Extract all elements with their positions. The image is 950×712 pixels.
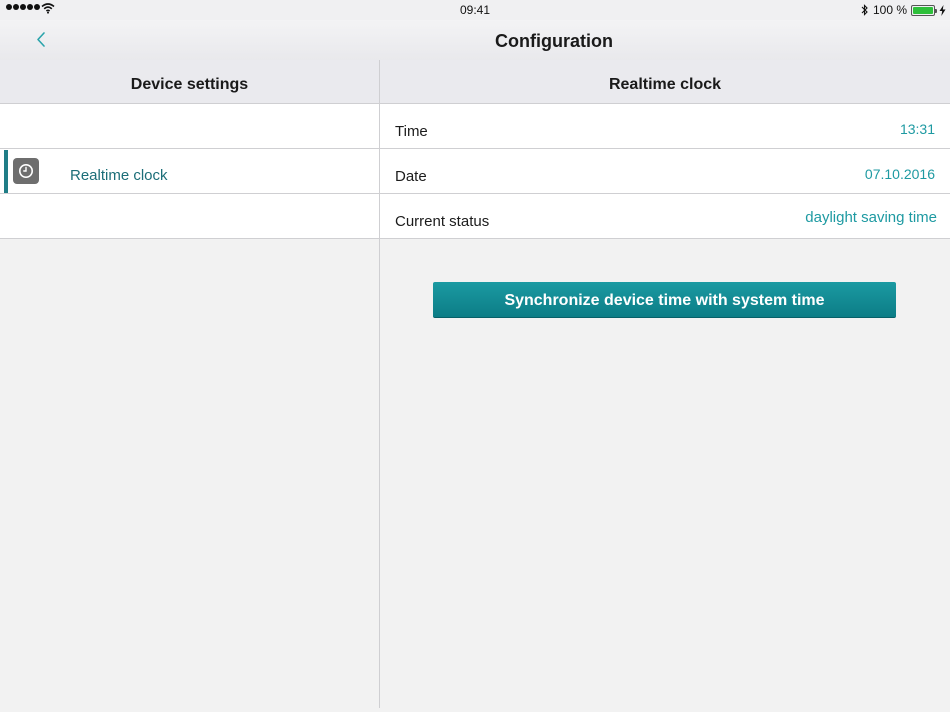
sidebar-item-realtime-clock[interactable]: Realtime clock <box>0 149 379 194</box>
bluetooth-icon <box>861 4 868 16</box>
time-value: 13:31 <box>899 121 935 137</box>
realtime-clock-header: Realtime clock <box>380 60 950 104</box>
page-title: Configuration <box>495 31 613 51</box>
pane-divider <box>379 60 380 708</box>
selection-indicator <box>4 150 8 193</box>
list-item[interactable] <box>0 194 379 239</box>
time-label: Time <box>395 123 428 140</box>
time-row[interactable]: Time 13:31 <box>380 104 950 149</box>
device-settings-list: Realtime clock <box>0 104 379 239</box>
back-button[interactable] <box>28 26 52 54</box>
current-status-label: Current status <box>395 213 490 230</box>
clock-details-list: Time 13:31 Date 07.10.2016 Current statu… <box>380 104 950 239</box>
status-time: 09:41 <box>459 3 491 17</box>
app-window: 09:41 100 % Configuration Device setting… <box>0 0 950 712</box>
sidebar-item-label: Realtime clock <box>70 167 168 184</box>
chevron-left-icon <box>37 32 45 47</box>
battery-percentage: 100 % <box>872 3 907 17</box>
clock-icon <box>13 158 39 184</box>
battery-icon <box>911 4 937 16</box>
device-settings-header: Device settings <box>0 60 379 104</box>
date-row[interactable]: Date 07.10.2016 <box>380 149 950 194</box>
date-label: Date <box>395 168 427 185</box>
list-item[interactable] <box>0 104 379 149</box>
status-bar: 09:41 100 % <box>0 0 950 20</box>
synchronize-time-button[interactable]: Synchronize device time with system time <box>433 282 896 318</box>
charging-bolt-icon <box>939 4 946 16</box>
current-status-row[interactable]: Current status daylight saving time <box>380 194 950 239</box>
date-value: 07.10.2016 <box>864 166 935 182</box>
navigation-bar: Configuration <box>0 20 950 60</box>
current-status-value: daylight saving time <box>805 209 937 226</box>
battery-fill <box>913 6 933 14</box>
